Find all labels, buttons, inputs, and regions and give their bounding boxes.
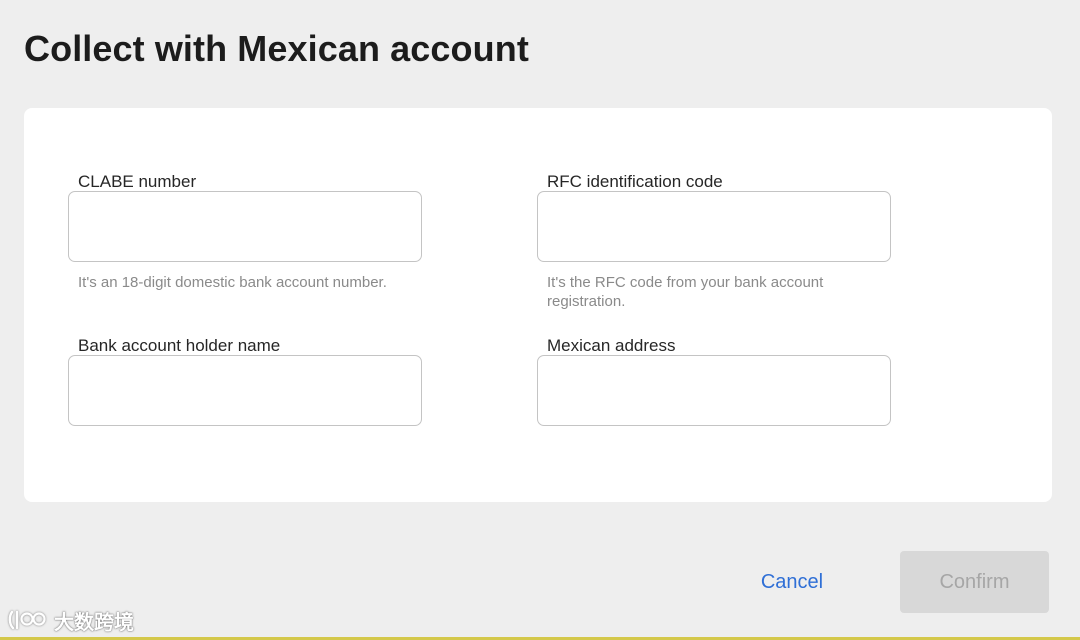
clabe-label: CLABE number xyxy=(78,172,197,191)
form-card: CLABE number It's an 18-digit domestic b… xyxy=(24,108,1052,502)
confirm-button[interactable]: Confirm xyxy=(900,551,1049,613)
watermark-text: 大数跨境 xyxy=(54,611,134,634)
address-label: Mexican address xyxy=(547,336,676,355)
clabe-help-text: It's an 18-digit domestic bank account n… xyxy=(78,274,387,291)
cancel-button[interactable]: Cancel xyxy=(742,562,842,602)
rfc-label: RFC identification code xyxy=(547,172,723,191)
clabe-input[interactable] xyxy=(68,191,422,262)
rfc-help-text: It's the RFC code from your bank account… xyxy=(547,274,824,310)
holder-name-label: Bank account holder name xyxy=(78,336,281,355)
page-title: Collect with Mexican account xyxy=(24,28,529,69)
address-input[interactable] xyxy=(537,355,891,426)
holder-name-input[interactable] xyxy=(68,355,422,426)
rfc-input[interactable] xyxy=(537,191,891,262)
watermark: 大数跨境 xyxy=(8,606,134,634)
brand-logo-icon xyxy=(8,608,48,632)
